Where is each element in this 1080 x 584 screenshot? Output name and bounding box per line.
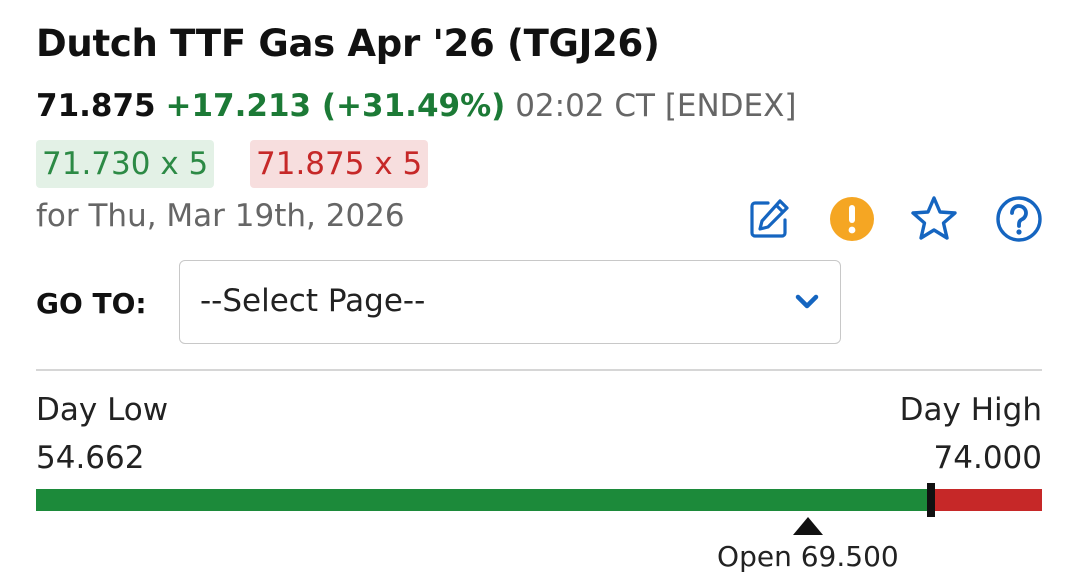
- help-button[interactable]: [994, 194, 1044, 244]
- page-title: Dutch TTF Gas Apr '26 (TGJ26): [36, 22, 660, 65]
- open-price-label: Open 69.500: [717, 540, 899, 573]
- edit-button[interactable]: [744, 194, 794, 244]
- day-low-label: Day Low: [36, 392, 169, 428]
- favorite-button[interactable]: [909, 194, 959, 244]
- ask-quote: 71.875 x 5: [250, 140, 429, 188]
- select-value: --Select Page--: [200, 283, 426, 319]
- quote-time-source: 02:02 CT [ENDEX]: [515, 88, 797, 124]
- alert-button[interactable]: [827, 194, 877, 244]
- help-icon: [996, 196, 1042, 242]
- last-price: 71.875: [36, 88, 156, 124]
- goto-page-select[interactable]: --Select Page--: [179, 260, 841, 344]
- last-price-marker: [927, 483, 936, 517]
- day-high-label: Day High: [899, 392, 1042, 428]
- chevron-down-icon: [795, 294, 819, 309]
- star-icon: [911, 196, 957, 240]
- day-high-value: 74.000: [933, 440, 1042, 476]
- edit-icon: [750, 199, 789, 238]
- day-range-bar: [36, 483, 1042, 517]
- open-marker-icon: [792, 517, 823, 535]
- alert-icon: [830, 197, 874, 241]
- day-low-value: 54.662: [36, 440, 145, 476]
- quote-line: 71.875 +17.213 (+31.49%) 02:02 CT [ENDEX…: [36, 88, 796, 124]
- day-range-fill: [36, 489, 932, 511]
- divider: [36, 369, 1042, 371]
- goto-label: GO TO:: [36, 287, 147, 320]
- bid-quote: 71.730 x 5: [36, 140, 215, 188]
- quote-date: for Thu, Mar 19th, 2026: [36, 198, 405, 234]
- price-change: +17.213 (+31.49%): [165, 88, 506, 124]
